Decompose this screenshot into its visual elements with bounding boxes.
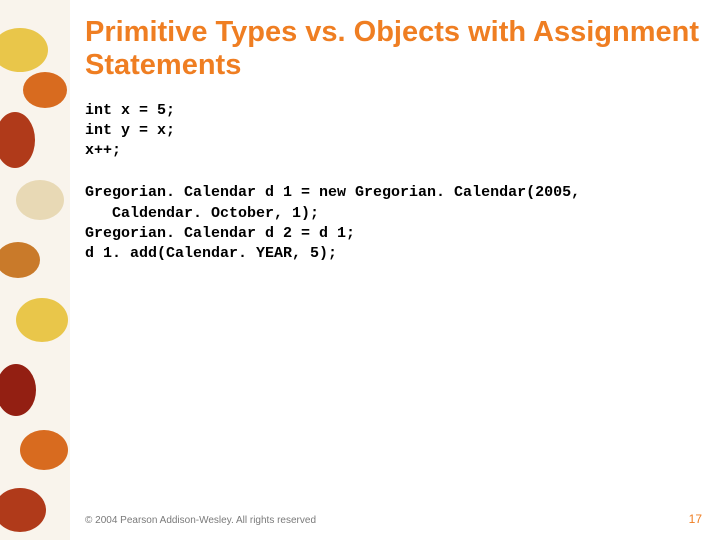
code-line: Caldendar. October, 1);: [85, 205, 319, 222]
slide-content: Primitive Types vs. Objects with Assignm…: [85, 16, 700, 520]
code-line: Gregorian. Calendar d 2 = d 1;: [85, 225, 355, 242]
code-block-primitives: int x = 5; int y = x; x++;: [85, 101, 700, 162]
code-line: d 1. add(Calendar. YEAR, 5);: [85, 245, 337, 262]
page-number: 17: [689, 512, 702, 526]
autumn-leaves-decor: [0, 0, 70, 540]
code-line: int x = 5;: [85, 102, 175, 119]
slide: Primitive Types vs. Objects with Assignm…: [0, 0, 720, 540]
code-line: Gregorian. Calendar d 1 = new Gregorian.…: [85, 184, 580, 201]
slide-title: Primitive Types vs. Objects with Assignm…: [85, 16, 700, 83]
code-block-objects: Gregorian. Calendar d 1 = new Gregorian.…: [85, 183, 700, 264]
code-line: x++;: [85, 142, 121, 159]
copyright-footer: © 2004 Pearson Addison-Wesley. All right…: [85, 515, 316, 526]
code-line: int y = x;: [85, 122, 175, 139]
